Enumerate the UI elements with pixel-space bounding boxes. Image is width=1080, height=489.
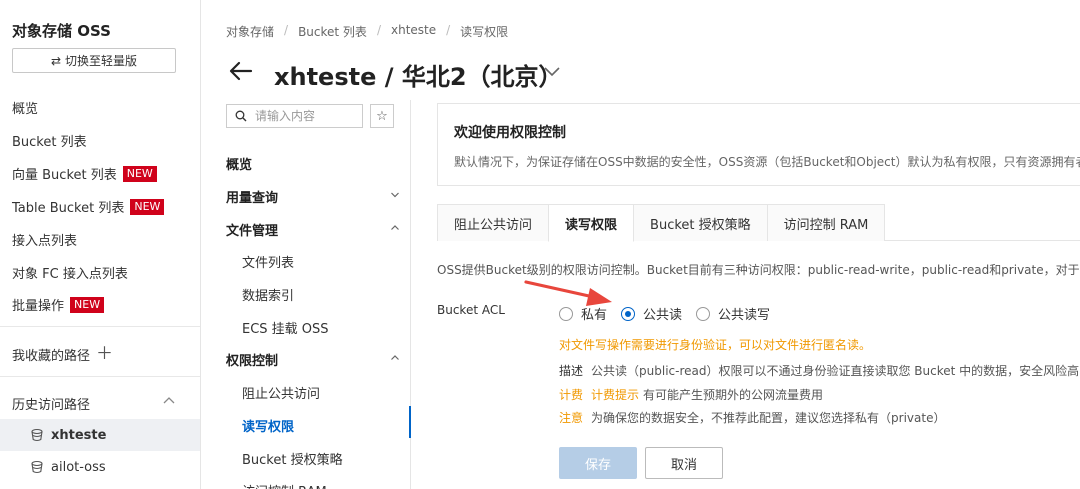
plus-icon[interactable]: ＋ [96,346,113,363]
info-describe: 描述 公共读（public-read）权限可以不通过身份验证直接读取您 Buck… [559,362,1079,379]
sidebar-item-vector-bucket[interactable]: 向量 Bucket 列表 NEW [12,164,157,183]
breadcrumb-separator: / [284,23,289,37]
welcome-description: 默认情况下，为保证存储在OSS中数据的安全性，OSS资源（包括Bucket和Ob… [454,155,1080,169]
nav-ecs-mount[interactable]: ECS 挂载 OSS [242,318,410,337]
nav-file-list[interactable]: 文件列表 [242,252,410,271]
bucket-icon [31,460,43,474]
info-value: 为确保您的数据安全，不推荐此配置，建议您选择私有（private） [591,411,946,425]
new-badge: NEW [130,198,165,215]
divider [0,326,200,327]
sidebar-title: 对象存储 OSS [12,22,111,40]
tab-bar: 阻止公共访问 读写权限 Bucket 授权策略 访问控制 RAM [437,204,1080,242]
bucket-nav: ☆ 概览 用量查询 文件管理 文件列表 数据索引 ECS 挂载 OSS 权限控制… [202,100,411,489]
nav-perm-ctrl[interactable]: 权限控制 [226,350,410,369]
breadcrumb-separator: / [376,23,381,37]
sidebar-item-bucket-list[interactable]: Bucket 列表 [12,131,87,150]
cancel-button[interactable]: 取消 [645,447,723,479]
search-icon [235,110,247,122]
nav-perm-ctrl-label: 权限控制 [226,354,279,369]
sidebar-item-label: Bucket 列表 [12,135,87,150]
history-item-label: ailot-oss [51,459,106,475]
nav-ram[interactable]: 访问控制 RAM [242,481,410,489]
bucket-acl-label: Bucket ACL [437,303,505,317]
nav-rw-perm[interactable]: 读写权限 [242,416,410,435]
info-key: 描述 [559,364,584,378]
new-badge: NEW [70,296,105,313]
radio-label: 公共读写 [718,308,771,323]
chevron-up-icon [391,225,399,230]
radio-label: 公共读 [643,308,683,323]
sidebar-item-overview[interactable]: 概览 [12,98,38,117]
nav-file-mgmt[interactable]: 文件管理 [226,220,410,239]
page-title: xhteste / 华北2（北京） [274,63,563,91]
nav-bucket-policy[interactable]: Bucket 授权策略 [242,449,410,468]
radio-public-read-write[interactable]: 公共读写 [696,304,770,323]
nav-block-public[interactable]: 阻止公共访问 [242,383,410,402]
sidebar-item-label: 接入点列表 [12,234,78,249]
sidebar-item-label: 对象 FC 接入点列表 [12,267,128,282]
tab-bucket-policy[interactable]: Bucket 授权策略 [633,204,768,241]
info-key: 注意 [559,411,584,425]
history-item-label: xhteste [51,427,107,443]
save-button[interactable]: 保存 [559,447,637,479]
acl-warning: 对文件写操作需要进行身份验证，可以对文件进行匿名读。 [559,338,872,352]
info-billing: 计费 计费提示 有可能产生预期外的公网流量费用 [559,386,823,403]
nav-search[interactable] [226,104,363,128]
chevron-down-icon[interactable] [542,64,562,78]
breadcrumb-item[interactable]: xhteste [391,23,436,40]
radio-public-read[interactable]: 公共读 [621,304,682,323]
breadcrumb: 对象存储 / Bucket 列表 / xhteste / 读写权限 [226,23,508,40]
back-arrow-icon[interactable] [228,58,254,84]
sidebar-item-label: 概览 [12,102,39,117]
info-value: 公共读（public-read）权限可以不通过身份验证直接读取您 Bucket … [591,364,1080,378]
breadcrumb-item[interactable]: 对象存储 [226,23,274,40]
breadcrumb-separator: / [446,23,451,37]
sidebar-item-label: 向量 Bucket 列表 [12,168,117,183]
bucket-icon [31,428,43,442]
favorites-label: 我收藏的路径 [12,349,91,364]
radio-circle[interactable] [696,306,711,321]
swap-icon: ⇄ [50,53,62,68]
history-item-ailot-oss[interactable]: ailot-oss [0,451,200,483]
billing-hint-link[interactable]: 计费提示 [591,386,639,403]
info-note: 注意 为确保您的数据安全，不推荐此配置，建议您选择私有（private） [559,409,945,426]
chevron-down-icon [391,192,399,198]
star-icon[interactable]: ☆ [370,104,394,128]
sidebar-item-label: Table Bucket 列表 [12,201,125,216]
info-value: 有可能产生预期外的公网流量费用 [643,388,824,402]
nav-data-index[interactable]: 数据索引 [242,285,410,304]
sidebar: 对象存储 OSS ⇄ 切换至轻量版 概览 Bucket 列表 向量 Bucket… [0,0,201,489]
nav-usage-label: 用量查询 [226,191,279,206]
switch-lite-button[interactable]: ⇄ 切换至轻量版 [12,48,176,73]
breadcrumb-item-current: 读写权限 [460,25,509,39]
active-indicator [409,406,411,438]
nav-overview[interactable]: 概览 [226,154,410,173]
welcome-panel: 欢迎使用权限控制 默认情况下，为保证存储在OSS中数据的安全性，OSS资源（包括… [437,103,1080,186]
sidebar-item-table-bucket[interactable]: Table Bucket 列表 NEW [12,197,165,216]
welcome-title: 欢迎使用权限控制 [454,125,566,141]
info-key: 计费 [559,388,584,402]
history-item-xhteste[interactable]: xhteste [0,419,200,451]
switch-lite-label: 切换至轻量版 [65,54,138,68]
sidebar-item-batch-ops[interactable]: 批量操作 NEW [12,295,105,314]
new-badge: NEW [122,165,157,182]
breadcrumb-item[interactable]: Bucket 列表 [298,23,367,40]
sidebar-item-label: 批量操作 [12,299,65,314]
nav-file-mgmt-label: 文件管理 [226,224,279,239]
chevron-up-icon[interactable] [162,394,176,408]
annotation-arrow-icon [524,280,612,306]
nav-usage[interactable]: 用量查询 [226,187,410,206]
history-section: 历史访问路径 [12,394,90,413]
sidebar-item-access-points[interactable]: 接入点列表 [12,230,77,249]
tab-ram[interactable]: 访问控制 RAM [766,204,886,241]
favorites-section[interactable]: 我收藏的路径 ＋ [12,345,113,365]
history-label: 历史访问路径 [12,398,91,413]
chevron-up-icon [391,355,399,360]
tab-block-public[interactable]: 阻止公共访问 [437,204,550,241]
sidebar-item-fc-access-points[interactable]: 对象 FC 接入点列表 [12,263,128,282]
tab-rw-perm[interactable]: 读写权限 [548,204,635,242]
divider [0,376,200,377]
radio-circle-checked[interactable] [621,306,636,321]
search-input[interactable] [255,109,355,123]
